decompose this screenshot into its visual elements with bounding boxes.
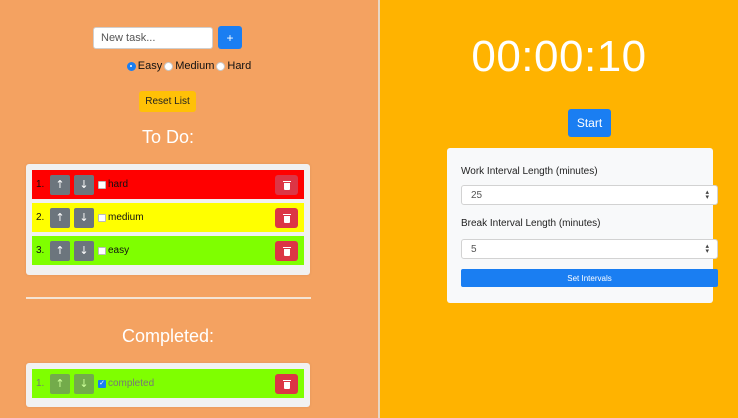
radio-medium[interactable] [164,61,174,71]
move-up-button[interactable]: ↑ [50,174,70,195]
arrow-down-icon: ↓ [79,211,89,224]
radio-hard[interactable] [216,61,226,71]
task-label: medium [108,212,144,223]
timer-panel: 00:00:10 Start Work Interval Length (min… [380,0,738,418]
arrow-up-icon: ↑ [55,377,65,390]
difficulty-medium-label: Medium [175,60,215,72]
timer-display: 00:00:10 [471,32,647,81]
break-interval-label: Break Interval Length (minutes) [461,218,601,229]
move-up-button[interactable]: ↑ [50,207,70,228]
task-panel: + Easy Medium Hard Reset List To Do: 1. … [0,0,378,418]
arrow-down-icon: ↓ [79,244,89,257]
difficulty-easy-label: Easy [137,60,163,72]
arrow-up-icon: ↑ [55,244,65,257]
delete-task-button[interactable] [275,208,298,228]
add-task-button[interactable]: + [218,26,242,49]
task-label: easy [108,245,130,256]
task-number: 3. [36,245,45,256]
task-checkbox[interactable]: ✓ [98,379,106,388]
break-interval-input[interactable]: 5 ▴ ▾ [461,239,718,259]
task-checkbox[interactable] [98,180,106,189]
delete-task-button[interactable] [275,241,298,261]
move-up-button[interactable]: ↑ [50,240,70,261]
move-down-button[interactable]: ↓ [74,174,94,195]
task-label: completed [108,378,155,389]
task-number: 1. [36,179,45,190]
new-task-input[interactable] [93,27,213,49]
work-interval-input[interactable]: 25 ▴ ▾ [461,185,718,205]
delete-task-button[interactable] [275,175,298,195]
task-row: 3. ↑ ↓ easy [32,236,304,265]
difficulty-medium[interactable]: Medium [164,60,214,72]
break-interval-value: 5 [471,243,477,255]
radio-easy[interactable] [126,61,136,71]
completed-list: 1. ↑ ↓ ✓ completed [26,363,310,407]
arrow-down-icon: ↓ [79,178,89,191]
move-down-button[interactable]: ↓ [74,207,94,228]
difficulty-selector: Easy Medium Hard [0,60,378,72]
arrow-up-icon: ↑ [55,211,65,224]
check-icon: ✓ [99,380,105,387]
task-label: hard [108,179,129,190]
task-row: 1. ↑ ↓ hard [32,170,304,199]
todo-list: 1. ↑ ↓ hard 2. ↑ ↓ medium 3. ↑ ↓ easy [26,164,310,275]
spinner-icon[interactable]: ▴ ▾ [705,243,709,255]
move-down-button[interactable]: ↓ [74,373,94,394]
start-button[interactable]: Start [568,109,611,137]
reset-list-button[interactable]: Reset List [139,91,196,112]
spinner-icon[interactable]: ▴ ▾ [705,189,709,201]
task-row: 2. ↑ ↓ medium [32,203,304,232]
task-checkbox[interactable] [98,213,106,222]
move-up-button[interactable]: ↑ [50,373,70,394]
work-interval-value: 25 [471,189,483,201]
interval-settings: Work Interval Length (minutes) 25 ▴ ▾ Bre… [447,148,718,303]
trash-icon [282,213,291,223]
trash-icon [282,246,291,256]
task-checkbox[interactable] [98,246,106,255]
difficulty-hard[interactable]: Hard [216,60,251,72]
difficulty-easy[interactable]: Easy [126,60,163,72]
difficulty-hard-label: Hard [227,60,252,72]
section-divider [26,297,311,299]
arrow-up-icon: ↑ [55,178,65,191]
arrow-down-icon: ↓ [79,377,89,390]
work-interval-label: Work Interval Length (minutes) [461,166,598,177]
trash-icon [282,180,291,190]
delete-task-button[interactable] [275,374,298,394]
completed-heading: Completed: [121,326,215,346]
set-intervals-button[interactable]: Set Intervals [461,269,718,287]
task-row: 1. ↑ ↓ ✓ completed [32,369,304,398]
todo-heading: To Do: [141,127,195,147]
move-down-button[interactable]: ↓ [74,240,94,261]
trash-icon [282,379,291,389]
task-number: 2. [36,212,45,223]
task-number: 1. [36,378,45,389]
